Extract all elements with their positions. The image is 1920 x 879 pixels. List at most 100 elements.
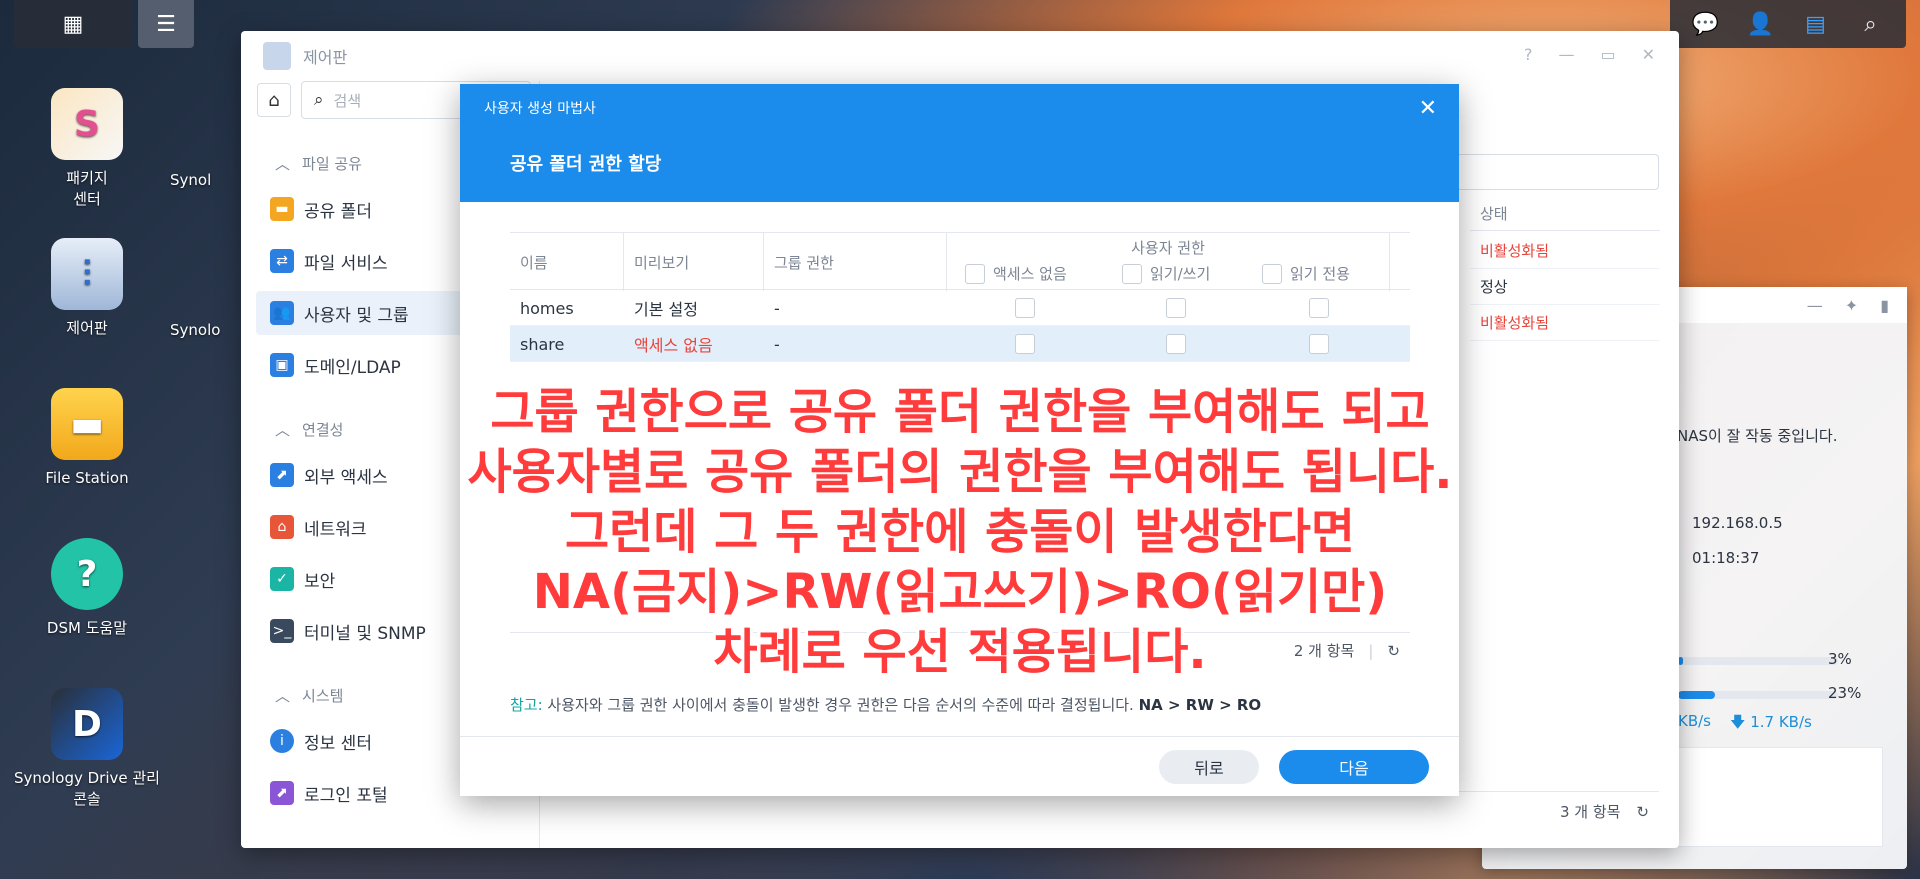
back-button[interactable]: 뒤로 (1159, 750, 1259, 784)
cell-group: - (774, 334, 780, 354)
checkbox[interactable] (965, 263, 985, 284)
home-button[interactable]: ⌂ (257, 83, 291, 117)
sidebar-item-label: 파일 서비스 (304, 253, 388, 274)
conflict-note: 참고: 사용자와 그룹 권한 사이에서 충돌이 발생한 경우 권한은 다음 순서… (510, 694, 1261, 715)
shield-icon: ✓ (270, 567, 294, 591)
checkbox-read-write[interactable] (1166, 334, 1186, 354)
checkbox[interactable] (1122, 263, 1142, 284)
table-row[interactable]: homes 기본 설정 - (510, 290, 1410, 326)
sidebar-item-label: 공유 폴더 (304, 201, 372, 222)
checkbox-no-access[interactable] (1015, 298, 1035, 318)
user-icon[interactable]: 👤 (1745, 12, 1777, 37)
minimize-icon[interactable]: — (1807, 296, 1823, 315)
system-status-text: NAS이 잘 작동 중입니다. (1677, 427, 1838, 445)
desktop-drive-admin[interactable]: D Synology Drive 관리 콘솔 (12, 688, 162, 810)
table-row[interactable]: share 액세스 없음 - (510, 326, 1410, 362)
header-label: 액세스 없음 (993, 265, 1067, 283)
grid-icon: ▦ (62, 11, 84, 37)
desktop-file-station[interactable]: ▬ File Station (12, 388, 162, 489)
maximize-icon[interactable]: ▭ (1600, 45, 1615, 64)
list-footer: 3 개 항목 ↻ (561, 791, 1659, 831)
login-portal-icon: ⬈ (270, 781, 294, 805)
desktop-icon-label: Synology Drive 관리 콘솔 (14, 769, 160, 808)
help-icon: ? (51, 538, 123, 610)
col-preview[interactable]: 미리보기 (624, 233, 764, 291)
package-icon: S (51, 88, 123, 160)
control-panel-icon: ☰ (156, 11, 176, 37)
section-connectivity[interactable]: ︿ 연결성 (275, 419, 343, 440)
sidebar-item-label: 도메인/LDAP (304, 357, 401, 378)
desktop-partial-1[interactable]: Synol (170, 170, 250, 191)
col-user-perm: 사용자 권한 액세스 없음 읽기/쓰기 읽기 전용 (947, 233, 1390, 291)
ram-percent: 23% (1828, 684, 1862, 702)
refresh-icon[interactable]: ↻ (1636, 803, 1649, 821)
chevron-up-icon: ︿ (275, 421, 291, 439)
desktop-partial-2[interactable]: Synolo (170, 320, 250, 341)
folder-icon: ▬ (270, 197, 294, 221)
checkbox-read-write[interactable] (1166, 298, 1186, 318)
section-label: 파일 공유 (302, 155, 362, 173)
checkbox[interactable] (1262, 263, 1282, 284)
window-controls: ? — ▭ ✕ (1524, 45, 1655, 64)
header-read-write[interactable]: 읽기/쓰기 (1122, 263, 1210, 284)
next-button[interactable]: 다음 (1279, 750, 1429, 784)
info-icon: i (270, 729, 294, 753)
cell-name: homes (520, 298, 574, 318)
section-file-sharing[interactable]: ︿ 파일 공유 (275, 153, 362, 174)
file-services-icon: ⇄ (270, 249, 294, 273)
network-icon: ⌂ (270, 515, 294, 539)
help-icon[interactable]: ? (1524, 45, 1533, 64)
col-name[interactable]: 이름 (510, 233, 624, 291)
header-read-only[interactable]: 읽기 전용 (1262, 263, 1350, 284)
upload-speed: KB/s (1678, 712, 1711, 730)
checkbox-read-only[interactable] (1309, 298, 1329, 318)
status-cell: 정상 (1470, 269, 1660, 305)
header-label: 읽기/쓰기 (1150, 265, 1211, 283)
col-group-perm[interactable]: 그룹 권한 (764, 233, 947, 291)
download-speed: 🡇 1.7 KB/s (1730, 713, 1812, 731)
checkbox-read-only[interactable] (1309, 334, 1329, 354)
download-value: 1.7 KB/s (1750, 713, 1812, 731)
close-icon[interactable]: ✕ (1642, 45, 1655, 64)
cell-preview: 기본 설정 (634, 300, 698, 319)
main-menu-button[interactable]: ▦ (14, 0, 132, 48)
chat-icon[interactable]: 💬 (1690, 12, 1722, 37)
caption-line: 그런데 그 두 권한에 충돌이 발생한다면 (564, 504, 1356, 560)
search-icon[interactable]: ⌕ (1855, 12, 1887, 37)
sidebar-item-label: 보안 (304, 571, 336, 592)
filter-input[interactable] (1449, 154, 1659, 190)
taskbar-control-panel[interactable]: ☰ (138, 0, 194, 48)
cell-group: - (774, 298, 780, 318)
sidebar-item-label: 사용자 및 그룹 (304, 305, 409, 326)
ram-bar (1678, 691, 1838, 699)
section-system[interactable]: ︿ 시스템 (275, 685, 343, 706)
home-icon: ⌂ (268, 89, 280, 111)
header-no-access[interactable]: 액세스 없음 (965, 263, 1067, 284)
desktop-icon-label: File Station (45, 469, 129, 487)
checkbox-no-access[interactable] (1015, 334, 1035, 354)
folder-icon: ▬ (51, 388, 123, 460)
caption-line: 그룹 권한으로 공유 폴더 권한을 부여해도 되고 (490, 384, 1430, 440)
pin-icon[interactable]: ✦ (1845, 296, 1858, 315)
ram-bar-fill (1678, 691, 1715, 699)
chevron-up-icon: ︿ (275, 687, 291, 705)
ip-address: 192.168.0.5 (1692, 514, 1783, 532)
desktop-control-panel[interactable]: ⫶ 제어판 (12, 238, 162, 339)
taskbar-left: ▦ ☰ (14, 0, 194, 48)
id-card-icon: ▣ (270, 353, 294, 377)
cpu-percent: 3% (1828, 650, 1852, 668)
chevron-up-icon: ︿ (275, 155, 291, 173)
wizard-title: 공유 폴더 권한 할당 (510, 154, 662, 175)
search-icon: ⌕ (314, 90, 324, 110)
sidebar-item-label: 외부 액세스 (304, 467, 388, 488)
desktop-package-center[interactable]: S 패키지 센터 (12, 88, 162, 210)
search-placeholder: 검색 (333, 91, 362, 110)
widget-menu-icon[interactable]: ▮ (1880, 296, 1889, 315)
caption-line: NA(금지)>RW(읽고쓰기)>RO(읽기만) (532, 564, 1388, 620)
widgets-icon[interactable]: ▤ (1800, 12, 1832, 37)
close-icon[interactable]: ✕ (1419, 96, 1437, 121)
status-column-header[interactable]: 상태 (1470, 197, 1660, 231)
desktop-dsm-help[interactable]: ? DSM 도움말 (12, 538, 162, 639)
user-perm-title: 사용자 권한 (1131, 239, 1205, 257)
minimize-icon[interactable]: — (1558, 45, 1574, 64)
